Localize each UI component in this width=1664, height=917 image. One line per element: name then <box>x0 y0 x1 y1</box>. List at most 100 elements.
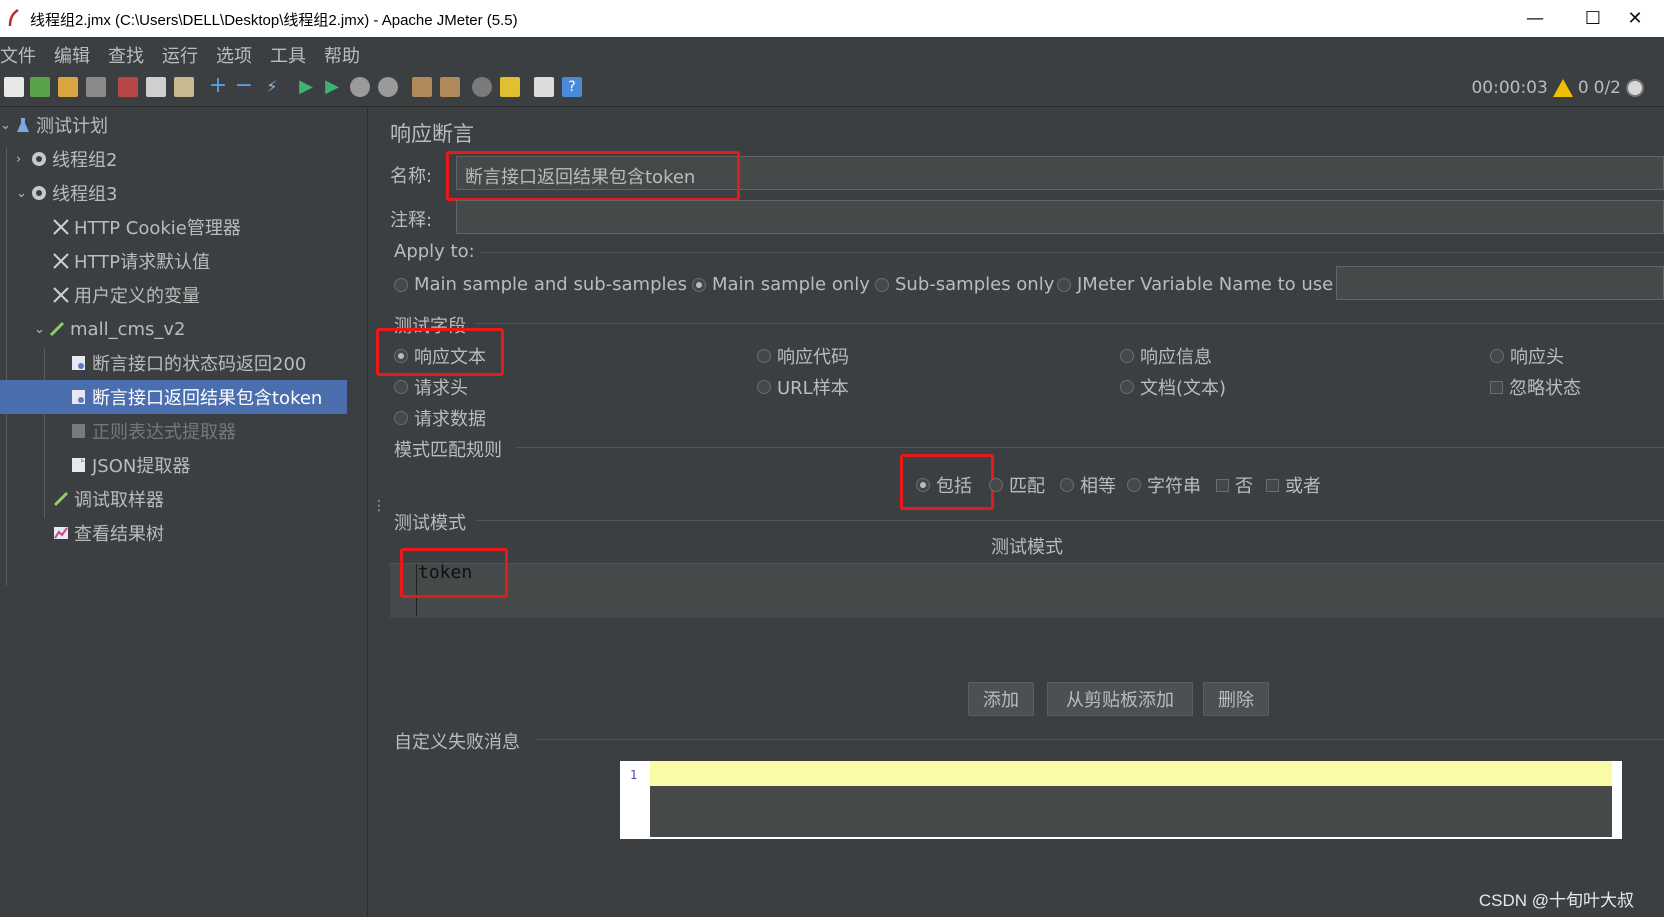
field-response-headers-radio[interactable]: 响应头 <box>1490 343 1564 369</box>
apply-main-only-radio[interactable]: Main sample only <box>692 274 870 295</box>
paste-icon[interactable] <box>174 77 194 97</box>
menu-run[interactable]: 运行 <box>162 42 198 68</box>
field-request-headers-radio[interactable]: 请求头 <box>394 374 468 400</box>
toggle-icon[interactable]: ⚡ <box>262 77 282 97</box>
radio-button[interactable] <box>1120 349 1134 363</box>
chart-icon <box>54 527 68 539</box>
add-button[interactable]: 添加 <box>968 682 1034 716</box>
tree-item-user-variables[interactable]: 用户定义的变量 <box>52 278 368 312</box>
templates-icon[interactable] <box>30 77 50 97</box>
comment-field[interactable] <box>456 200 1664 234</box>
tree-item-cookie-manager[interactable]: HTTP Cookie管理器 <box>52 210 368 244</box>
checkbox[interactable] <box>1266 478 1279 492</box>
menu-options[interactable]: 选项 <box>216 42 252 68</box>
run-status: 00:00:03 0 0/2 <box>1471 78 1664 98</box>
clear-icon[interactable] <box>412 77 432 97</box>
rule-equals-radio[interactable]: 相等 <box>1060 472 1116 498</box>
radio-button[interactable] <box>757 380 771 394</box>
checkbox[interactable] <box>1216 478 1229 492</box>
tree-item-debug-sampler[interactable]: 调试取样器 <box>52 482 368 516</box>
rule-not-checkbox[interactable]: 否 <box>1216 472 1253 498</box>
radio-button[interactable] <box>394 380 408 394</box>
ignore-status-checkbox[interactable]: 忽略状态 <box>1490 374 1581 400</box>
apply-sub-only-radio[interactable]: Sub-samples only <box>875 274 1054 295</box>
field-url-sample-radio[interactable]: URL样本 <box>757 374 849 400</box>
menu-search[interactable]: 查找 <box>108 42 144 68</box>
cut-icon[interactable] <box>118 77 138 97</box>
field-response-code-radio[interactable]: 响应代码 <box>757 343 849 369</box>
tree-item-test-plan[interactable]: ⌄ 测试计划 <box>0 108 368 142</box>
option-label: 字符串 <box>1147 476 1201 497</box>
radio-button[interactable] <box>692 277 706 292</box>
field-request-data-radio[interactable]: 请求数据 <box>394 405 486 431</box>
tree-item-regex-extractor[interactable]: 正则表达式提取器 <box>70 414 368 448</box>
radio-button[interactable] <box>989 478 1003 492</box>
globe-icon[interactable] <box>1626 79 1644 97</box>
patterns-column-header[interactable]: 测试模式 <box>390 532 1664 564</box>
reset-search-icon[interactable] <box>500 77 520 97</box>
name-label: 名称: <box>390 166 433 187</box>
open-icon[interactable] <box>58 77 78 97</box>
radio-button[interactable] <box>875 277 889 292</box>
radio-button[interactable] <box>1490 349 1504 363</box>
chevron-right-icon[interactable]: › <box>16 152 30 167</box>
start-icon[interactable]: ▶ <box>296 77 316 97</box>
radio-button[interactable] <box>394 411 408 425</box>
function-helper-icon[interactable] <box>534 77 554 97</box>
editor-body[interactable] <box>650 786 1612 837</box>
chevron-down-icon[interactable]: ⌄ <box>0 118 14 133</box>
tree-item-json-extractor[interactable]: JSON提取器 <box>70 448 368 482</box>
variable-name-field[interactable] <box>1336 266 1664 300</box>
apply-variable-radio[interactable]: JMeter Variable Name to use <box>1057 274 1333 295</box>
test-plan-tree: ⌄ 测试计划 › 线程组2 ⌄ 线程组3 HTTP Cookie管理器 HTTP… <box>0 108 368 917</box>
menu-edit[interactable]: 编辑 <box>54 42 90 68</box>
minimize-button[interactable]: — <box>1506 0 1564 37</box>
field-document-radio[interactable]: 文档(文本) <box>1120 374 1226 400</box>
chevron-down-icon[interactable]: ⌄ <box>16 186 30 201</box>
field-response-message-radio[interactable]: 响应信息 <box>1120 343 1212 369</box>
delete-button[interactable]: 删除 <box>1203 682 1269 716</box>
group-divider <box>476 520 1664 521</box>
search-icon[interactable] <box>472 77 492 97</box>
tree-item-label: HTTP Cookie管理器 <box>74 218 241 239</box>
tree-item-mall-cms-v2[interactable]: ⌄ mall_cms_v2 <box>34 312 368 346</box>
apply-main-and-sub-radio[interactable]: Main sample and sub-samples <box>394 274 687 295</box>
tree-item-thread-group-2[interactable]: › 线程组2 <box>16 142 368 176</box>
tree-item-token-assertion[interactable]: 断言接口返回结果包含token <box>0 380 347 414</box>
tree-item-status-assertion[interactable]: 断言接口的状态码返回200 <box>70 346 368 380</box>
tree-item-thread-group-3[interactable]: ⌄ 线程组3 <box>16 176 368 210</box>
copy-icon[interactable] <box>146 77 166 97</box>
menu-tools[interactable]: 工具 <box>270 42 306 68</box>
radio-button[interactable] <box>1127 478 1141 492</box>
new-icon[interactable] <box>4 77 24 97</box>
radio-button[interactable] <box>1060 478 1074 492</box>
menu-help[interactable]: 帮助 <box>324 42 360 68</box>
menu-file[interactable]: 文件 <box>0 42 36 68</box>
tree-item-results-tree[interactable]: 查看结果树 <box>52 516 368 550</box>
flask-icon <box>17 118 29 132</box>
stop-icon[interactable] <box>350 77 370 97</box>
help-icon[interactable]: ? <box>562 77 582 97</box>
expand-icon[interactable]: + <box>208 75 228 97</box>
warning-icon[interactable] <box>1552 79 1573 97</box>
split-pane-divider[interactable]: ⋮ <box>368 108 386 917</box>
failure-message-editor[interactable]: 1 <box>620 761 1622 839</box>
radio-button[interactable] <box>394 277 408 292</box>
rule-or-checkbox[interactable]: 或者 <box>1266 472 1321 498</box>
rule-substring-radio[interactable]: 字符串 <box>1127 472 1201 498</box>
close-button[interactable]: ✕ <box>1606 0 1664 37</box>
tree-item-label: 线程组3 <box>52 184 118 205</box>
add-from-clipboard-button[interactable]: 从剪贴板添加 <box>1047 682 1193 716</box>
radio-button[interactable] <box>1120 380 1134 394</box>
save-icon[interactable] <box>86 77 106 97</box>
collapse-icon[interactable]: − <box>234 75 254 97</box>
tree-item-http-defaults[interactable]: HTTP请求默认值 <box>52 244 368 278</box>
start-no-pauses-icon[interactable]: ▶ <box>322 77 342 97</box>
chevron-down-icon[interactable]: ⌄ <box>34 322 48 337</box>
checkbox[interactable] <box>1490 380 1503 394</box>
clear-all-icon[interactable] <box>440 77 460 97</box>
shutdown-icon[interactable] <box>378 77 398 97</box>
radio-button[interactable] <box>1057 277 1071 292</box>
radio-button[interactable] <box>757 349 771 363</box>
rule-matches-radio[interactable]: 匹配 <box>989 472 1045 498</box>
